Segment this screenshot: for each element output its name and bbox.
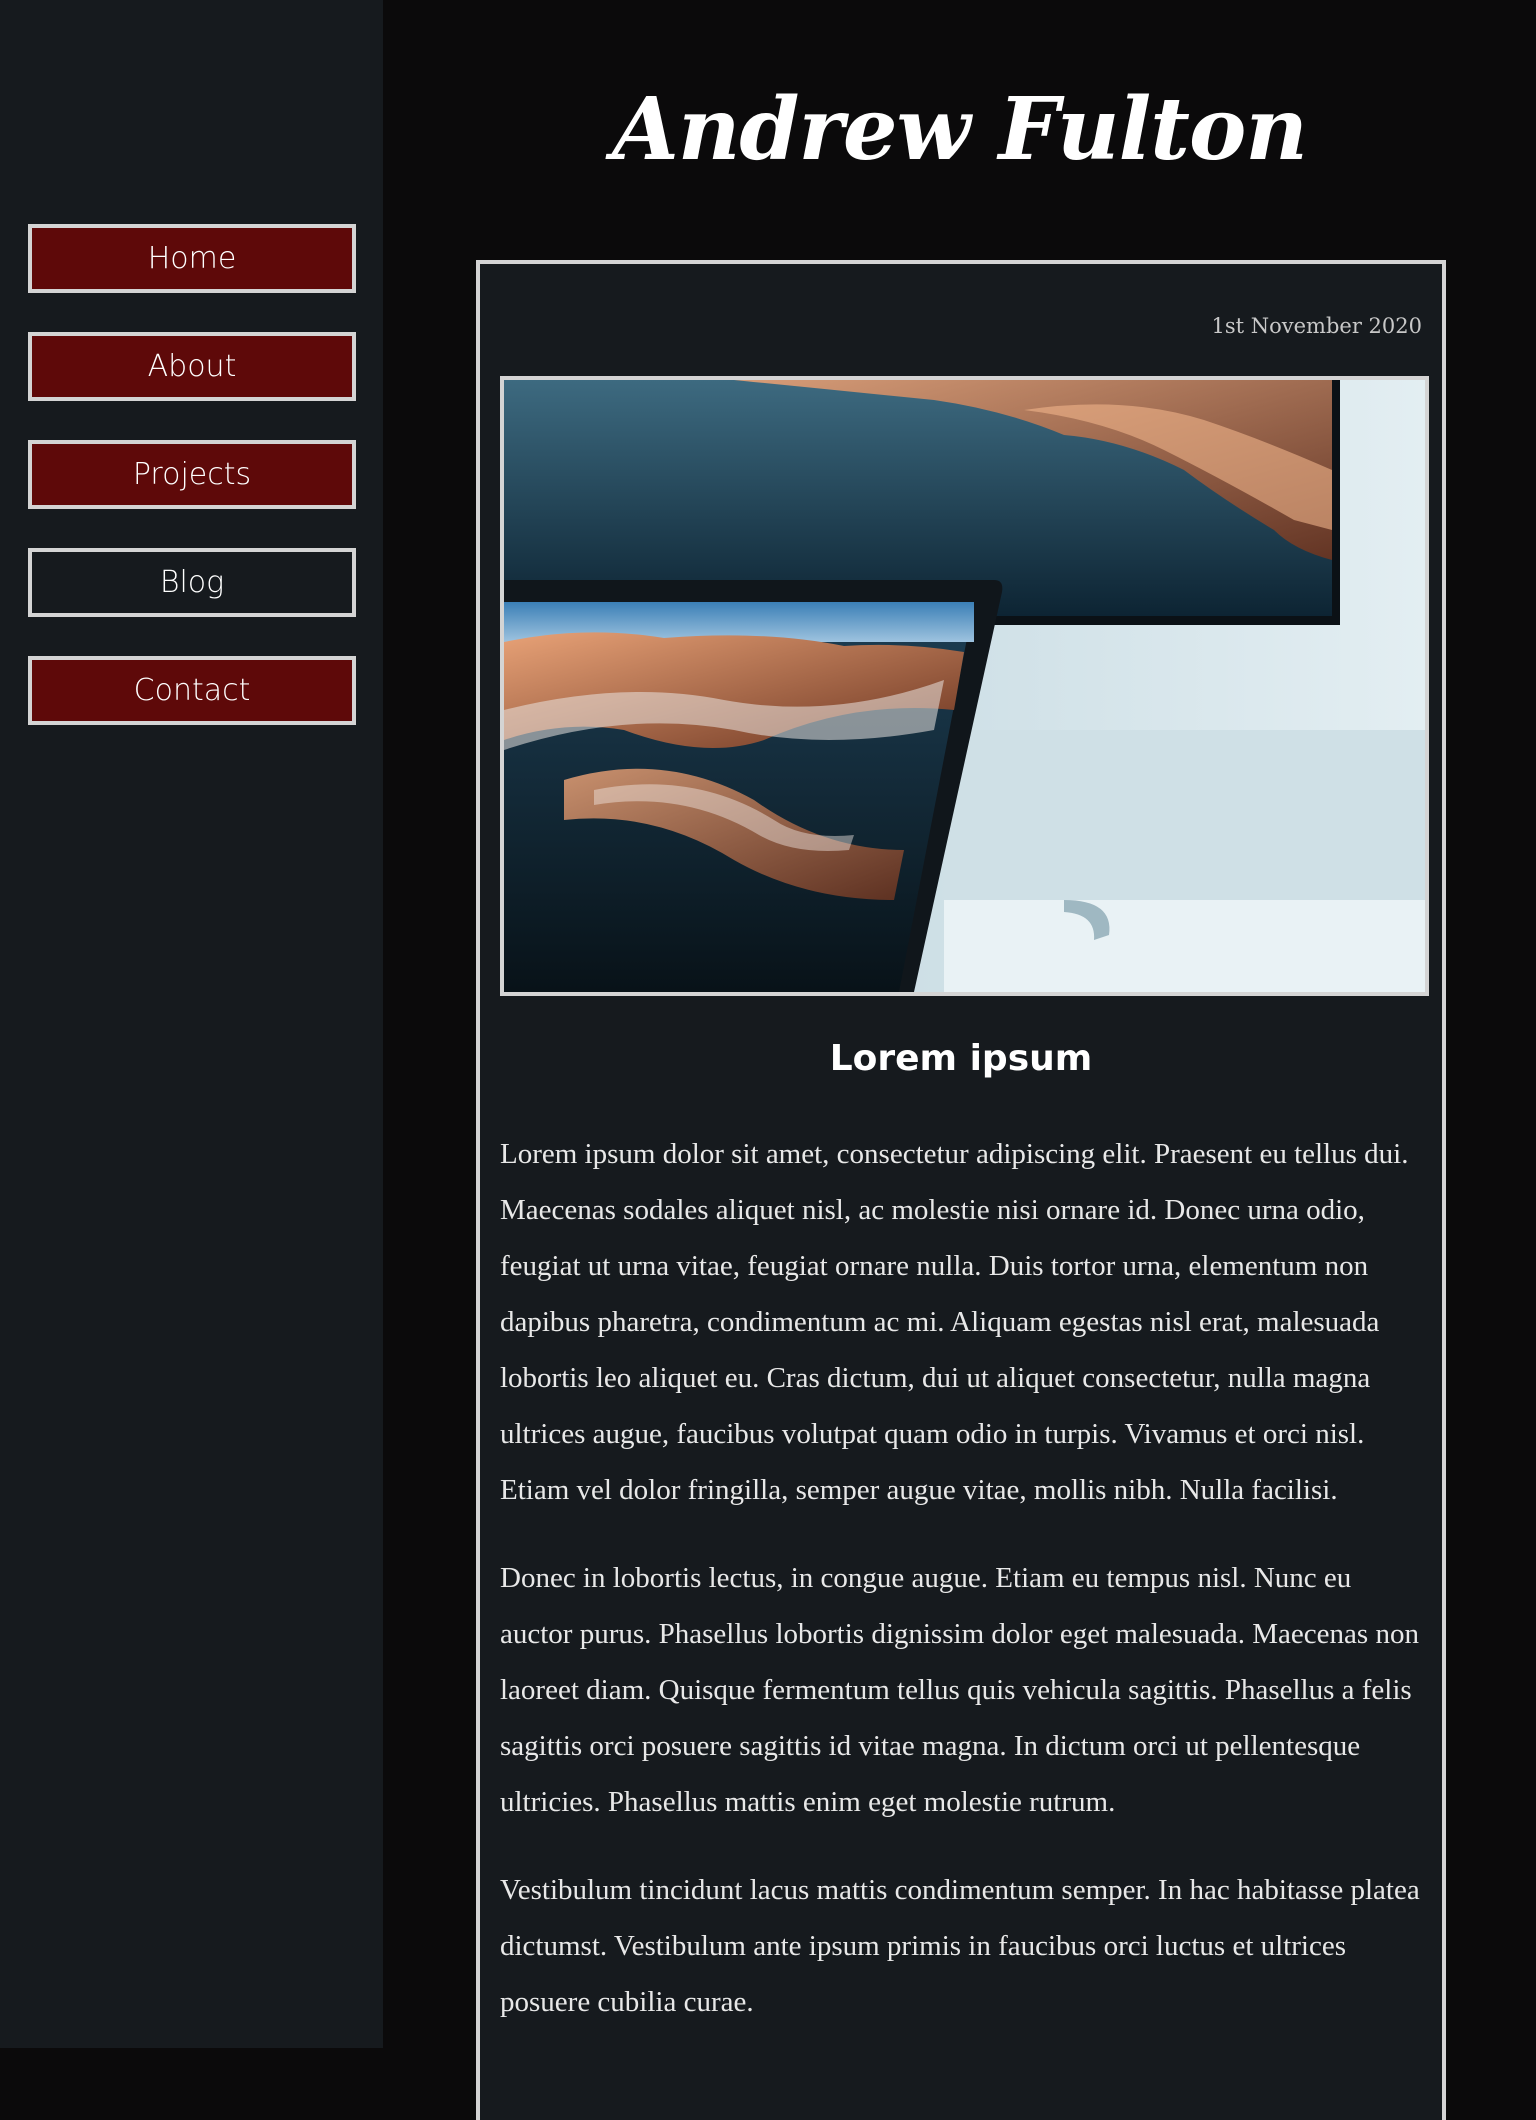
- site-title: Andrew Fulton: [612, 79, 1308, 180]
- post-date: 1st November 2020: [1211, 314, 1422, 338]
- post-paragraph: Donec in lobortis lectus, in congue augu…: [500, 1562, 1419, 1818]
- nav-projects-button[interactable]: Projects: [28, 440, 356, 509]
- post-image: [500, 376, 1429, 996]
- main-content: Andrew Fulton 1st November 2020 Lorem ip…: [383, 0, 1536, 2120]
- post-paragraph: Lorem ipsum dolor sit amet, consectetur …: [500, 1138, 1409, 1506]
- nav-contact-button[interactable]: Contact: [28, 656, 356, 725]
- nav-about-button[interactable]: About: [28, 332, 356, 401]
- nav-home-button[interactable]: Home: [28, 224, 356, 293]
- post-paragraph: Vestibulum tincidunt lacus mattis condim…: [500, 1874, 1420, 2018]
- sidebar: Home About Projects Blog Contact: [0, 0, 383, 2048]
- blog-post-card: 1st November 2020 Lorem ipsum Lorem ipsu…: [476, 260, 1446, 2120]
- post-body: Lorem ipsum dolor sit amet, consectetur …: [500, 1126, 1430, 2062]
- sidebar-nav: Home About Projects Blog Contact: [28, 224, 356, 764]
- monitor-laptop-landscape-photo-icon: [504, 380, 1425, 992]
- post-heading: Lorem ipsum: [829, 1038, 1093, 1079]
- nav-blog-button[interactable]: Blog: [28, 548, 356, 617]
